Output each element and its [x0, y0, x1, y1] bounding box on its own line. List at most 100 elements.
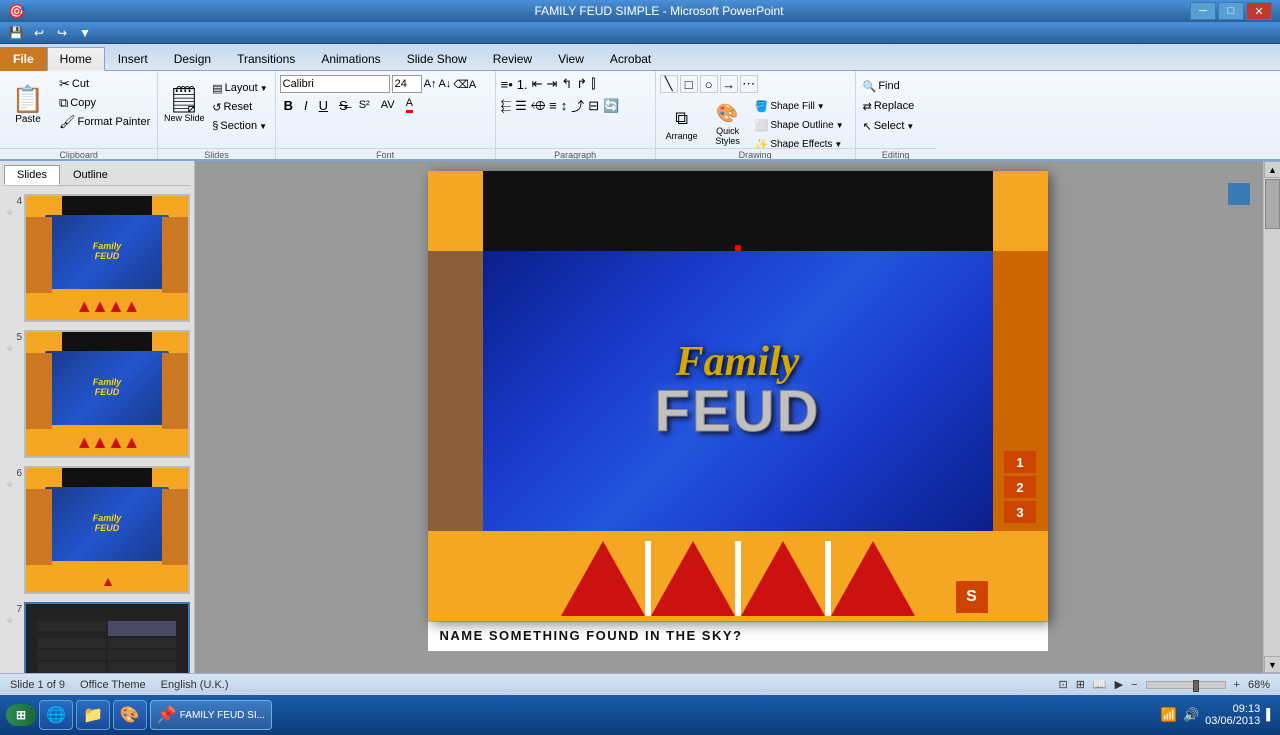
align-center-button[interactable]: ☰ [514, 97, 528, 115]
layout-button[interactable]: ▤ Layout ▼ [209, 79, 270, 97]
italic-button[interactable]: I [300, 96, 312, 115]
shape-arrow-button[interactable]: → [720, 75, 738, 93]
tab-home[interactable]: Home [47, 47, 105, 71]
show-desktop-button[interactable]: ▌ [1266, 709, 1274, 721]
align-text-button[interactable]: ⊟ [587, 97, 600, 115]
section-button[interactable]: § Section ▼ [209, 117, 270, 135]
rtl-button[interactable]: ↰ [560, 75, 573, 93]
shape-more-button[interactable]: ⋯ [740, 75, 758, 93]
taskbar-powerpoint-button[interactable]: 📌 FAMILY FEUD SI... [150, 700, 272, 730]
strikethrough-button[interactable]: S̶ [335, 96, 352, 115]
tab-animations[interactable]: Animations [308, 47, 393, 71]
select-dropdown[interactable]: ▼ [906, 122, 914, 131]
slide-thumb-7[interactable]: TOTA TOTA [24, 602, 190, 673]
tab-acrobat[interactable]: Acrobat [597, 47, 664, 71]
line-spacing-button[interactable]: ↕ [560, 97, 569, 114]
font-size-up-button[interactable]: A↑ [424, 78, 437, 90]
new-slide-button[interactable]: 🗒 New Slide [162, 75, 206, 135]
shape-oval-button[interactable]: ○ [700, 75, 718, 93]
shape-rect-button[interactable]: □ [680, 75, 698, 93]
justify-button[interactable]: ≡ [548, 97, 558, 114]
convert-smartart-button[interactable]: 🔄 [602, 97, 620, 115]
shape-fill-button[interactable]: 🪣 Shape Fill ▼ [752, 97, 847, 115]
shape-outline-button[interactable]: ⬜ Shape Outline ▼ [752, 116, 847, 134]
zoom-in-button[interactable]: + [1234, 679, 1240, 691]
clear-format-button[interactable]: ⌫A [453, 78, 476, 91]
tab-file[interactable]: File [0, 47, 47, 71]
scroll-down-button[interactable]: ▼ [1264, 656, 1280, 673]
replace-button[interactable]: ⇄ Replace [860, 97, 918, 115]
text-direction-button[interactable]: ⤴ [570, 95, 585, 116]
taskbar-paint-button[interactable]: 🎨 [113, 700, 147, 730]
find-label: Find [878, 80, 899, 92]
font-size-down-button[interactable]: A↓ [438, 78, 451, 90]
title-bar: 🎯 FAMILY FEUD SIMPLE - Microsoft PowerPo… [0, 0, 1280, 22]
tab-design[interactable]: Design [161, 47, 224, 71]
cut-button[interactable]: ✂ Cut [56, 75, 153, 93]
tab-view[interactable]: View [545, 47, 597, 71]
outline-tab[interactable]: Outline [60, 165, 121, 185]
zoom-slider[interactable] [1146, 681, 1226, 689]
arrange-button[interactable]: ⧉ Arrange [660, 97, 704, 152]
slide-thumb-5[interactable]: FamilyFEUD ▲▲▲▲ [24, 330, 190, 458]
underline-button[interactable]: U [315, 96, 332, 115]
redo-qat-button[interactable]: ↪ [52, 24, 72, 42]
font-name-input[interactable] [280, 75, 390, 93]
spacing-button[interactable]: AV [377, 97, 399, 113]
taskbar-ie-button[interactable]: 🌐 [39, 700, 73, 730]
slides-tab[interactable]: Slides [4, 165, 60, 185]
decrease-indent-button[interactable]: ⇤ [531, 75, 544, 93]
format-painter-button[interactable]: 🖌 Format Painter [56, 113, 153, 131]
start-button[interactable]: ⊞ [6, 704, 36, 726]
s-button[interactable]: S [956, 581, 988, 613]
minimize-button[interactable]: ─ [1190, 2, 1216, 20]
columns-button[interactable]: ⫿ [590, 75, 596, 93]
taskbar-explorer-button[interactable]: 📁 [76, 700, 110, 730]
select-button[interactable]: ↖ Select ▼ [860, 117, 918, 135]
main-slide[interactable]: Family FEUD 1 2 3 [428, 171, 1048, 621]
scroll-up-button[interactable]: ▲ [1264, 161, 1280, 178]
paste-button[interactable]: 📋 Paste [4, 75, 52, 135]
shape-fill-dropdown[interactable]: ▼ [817, 102, 825, 111]
align-right-button[interactable]: ⬲ [530, 97, 546, 115]
blue-selection-box[interactable] [1228, 183, 1250, 205]
scroll-thumb[interactable] [1265, 179, 1280, 229]
font-size-input[interactable] [392, 75, 422, 93]
bullets-button[interactable]: ≡• [500, 76, 514, 93]
slide-thumb-6[interactable]: FamilyFEUD ▲ [24, 466, 190, 594]
shadow-button[interactable]: S² [355, 97, 374, 113]
close-button[interactable]: ✕ [1246, 2, 1272, 20]
save-qat-button[interactable]: 💾 [6, 24, 26, 42]
tab-insert[interactable]: Insert [105, 47, 161, 71]
copy-button[interactable]: ⧉ Copy [56, 94, 153, 112]
qat-dropdown-button[interactable]: ▼ [75, 24, 95, 42]
slide-star-7: ☆ [6, 616, 13, 625]
section-dropdown-icon: ▼ [259, 122, 267, 131]
view-normal-button[interactable]: ⊡ [1058, 678, 1067, 691]
find-button[interactable]: 🔍 Find [860, 77, 918, 95]
zoom-out-button[interactable]: − [1131, 679, 1137, 691]
slide-thumb-4[interactable]: FamilyFEUD ▲▲▲▲ [24, 194, 190, 322]
view-slide-sorter-button[interactable]: ⊞ [1076, 678, 1085, 691]
numbering-button[interactable]: 1. [516, 76, 529, 93]
tab-review[interactable]: Review [480, 47, 545, 71]
zoom-thumb[interactable] [1193, 680, 1199, 692]
font-color-button[interactable]: A [402, 95, 417, 115]
tab-slideshow[interactable]: Slide Show [394, 47, 480, 71]
bold-button[interactable]: B [280, 96, 297, 115]
copy-label: Copy [70, 97, 96, 109]
maximize-button[interactable]: □ [1218, 2, 1244, 20]
reset-button[interactable]: ↺ Reset [209, 98, 270, 116]
view-reading-button[interactable]: 📖 [1093, 678, 1107, 691]
shape-outline-dropdown[interactable]: ▼ [836, 121, 844, 130]
increase-indent-button[interactable]: ⇥ [546, 75, 559, 93]
quick-styles-button[interactable]: 🎨 Quick Styles [706, 97, 750, 152]
right-scrollbar[interactable]: ▲ ▼ [1263, 161, 1280, 673]
ltr-button[interactable]: ↱ [575, 75, 588, 93]
shape-line-button[interactable]: ╲ [660, 75, 678, 93]
tab-transitions[interactable]: Transitions [224, 47, 308, 71]
view-slideshow-button[interactable]: ▶ [1115, 678, 1123, 691]
align-left-button[interactable]: ⬱ [500, 97, 513, 115]
undo-qat-button[interactable]: ↩ [29, 24, 49, 42]
window-controls[interactable]: ─ □ ✕ [1190, 2, 1272, 20]
